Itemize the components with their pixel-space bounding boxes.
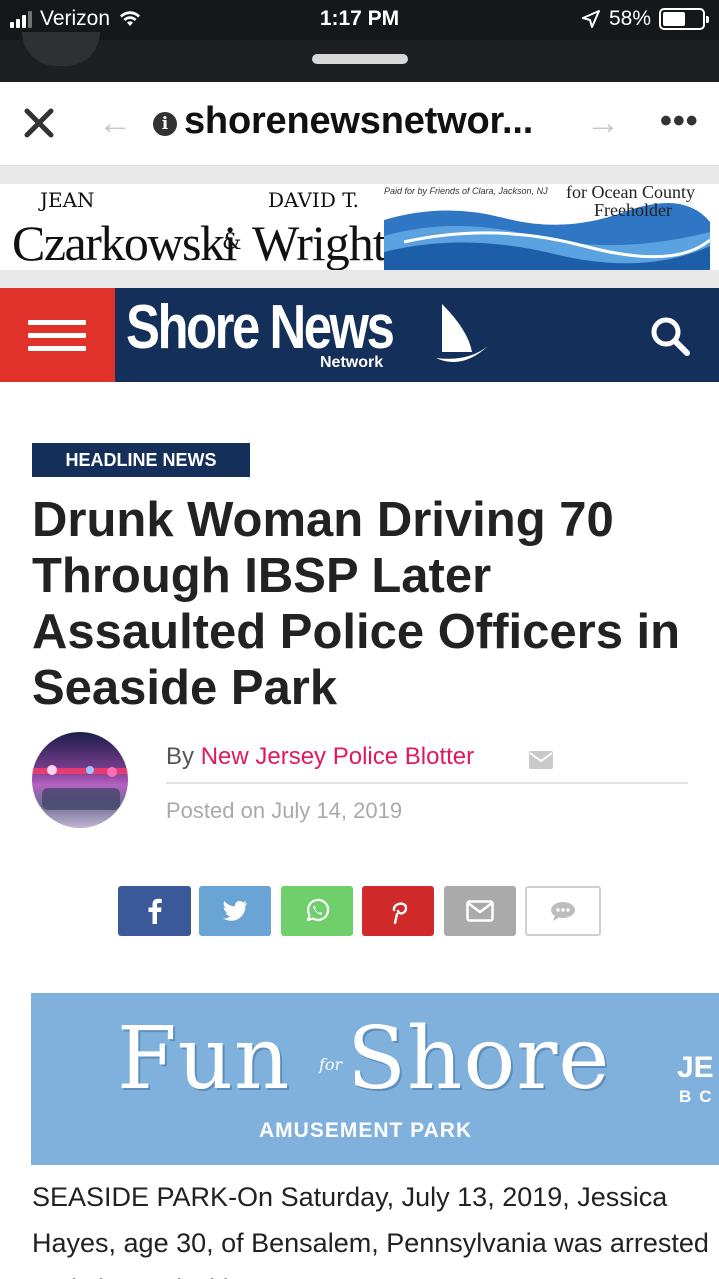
share-pinterest-button[interactable] xyxy=(362,886,434,936)
ad-last-name-2: Wright xyxy=(252,215,387,270)
site-header: Shore News Network xyxy=(0,288,719,382)
share-facebook-button[interactable] xyxy=(118,886,191,936)
category-badge[interactable]: HEADLINE NEWS xyxy=(32,443,250,477)
ad-title-left: Fun xyxy=(117,1009,291,1109)
amusement-park-ad[interactable]: Fun Shore for AMUSEMENT PARK JE BC xyxy=(31,993,719,1165)
meta-divider xyxy=(166,782,688,784)
hamburger-menu-icon[interactable] xyxy=(0,288,115,382)
author-link[interactable]: New Jersey Police Blotter xyxy=(201,743,474,770)
url-display[interactable]: shorenewsnetwor... xyxy=(184,100,533,143)
background-avatar xyxy=(22,32,100,66)
close-icon[interactable] xyxy=(22,106,56,140)
ad-edge-top: JE xyxy=(677,1051,714,1084)
byline: By New Jersey Police Blotter xyxy=(166,743,474,771)
sailboat-icon xyxy=(436,304,488,362)
battery-percent: 58% xyxy=(608,7,651,30)
ad-title-for: for xyxy=(319,1055,343,1074)
ad-first-name-2: DAVID T. xyxy=(268,188,359,212)
ad-title: Fun Shore xyxy=(117,1009,610,1109)
posted-date: Posted on July 14, 2019 xyxy=(166,798,403,823)
ad-subtitle: AMUSEMENT PARK xyxy=(259,1119,473,1142)
site-logo[interactable]: Shore News Network xyxy=(126,292,506,378)
ad-edge-bottom: BC xyxy=(679,1087,719,1106)
author-avatar[interactable] xyxy=(32,732,128,828)
status-bar: Verizon 1:17 PM 58% xyxy=(0,0,719,40)
search-icon[interactable] xyxy=(648,314,692,358)
sheet-grabber[interactable] xyxy=(312,54,408,64)
logo-title: Shore News xyxy=(126,293,395,362)
twitter-icon xyxy=(223,900,247,921)
campaign-ad-banner[interactable]: JEAN Czarkowski & DAVID T. Wright Paid f… xyxy=(0,166,719,288)
article-body: SEASIDE PARK-On Saturday, July 13, 2019,… xyxy=(32,1182,709,1279)
whatsapp-icon xyxy=(306,898,330,922)
more-icon[interactable]: ••• xyxy=(660,102,699,141)
ad-paid-for: Paid for by Friends of Clara, Jackson, N… xyxy=(384,186,548,196)
share-twitter-button[interactable] xyxy=(199,886,271,936)
comment-icon xyxy=(551,902,575,921)
ad-first-name-1: JEAN xyxy=(40,188,95,212)
logo-subtitle: Network xyxy=(320,354,384,371)
author-email-icon[interactable] xyxy=(528,750,554,770)
ad-title-right: Shore xyxy=(347,1009,611,1109)
facebook-icon xyxy=(148,898,162,924)
background-app-strip xyxy=(0,32,719,82)
battery-level-fill xyxy=(663,12,686,26)
byline-prefix: By xyxy=(166,743,195,770)
ad-last-name-1: Czarkowski xyxy=(12,215,237,270)
location-arrow-icon xyxy=(581,10,600,28)
share-whatsapp-button[interactable] xyxy=(281,886,353,936)
share-comments-button[interactable] xyxy=(525,886,601,936)
pinterest-icon xyxy=(392,902,408,924)
back-arrow-icon[interactable]: ← xyxy=(98,104,132,143)
battery-icon xyxy=(659,8,709,30)
email-icon xyxy=(466,900,494,922)
forward-arrow-icon[interactable]: → xyxy=(586,104,620,143)
share-email-button[interactable] xyxy=(444,886,516,936)
ad-ampersand: & xyxy=(222,230,242,255)
info-icon[interactable]: i xyxy=(153,112,177,136)
browser-toolbar: ← i shorenewsnetwor... → ••• xyxy=(0,82,719,166)
article-title: Drunk Woman Driving 70 Through IBSP Late… xyxy=(32,493,681,715)
ad-office: Freeholder xyxy=(594,200,672,220)
